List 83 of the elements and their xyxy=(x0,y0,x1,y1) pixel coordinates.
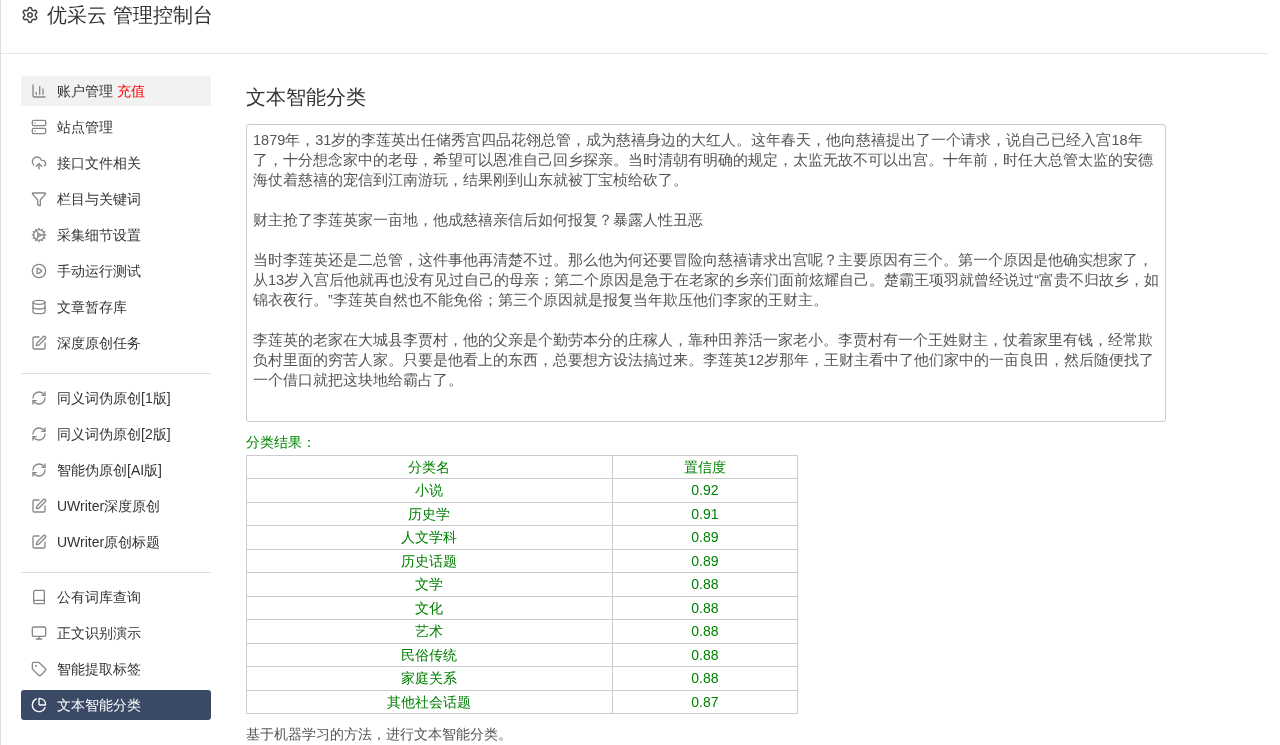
table-cell: 0.88 xyxy=(612,619,798,643)
sidebar-item[interactable]: 公有词库查询 xyxy=(21,582,211,612)
sidebar-item[interactable]: 文本智能分类 xyxy=(21,690,211,720)
text-paragraph: 财主抢了李莲英家一亩地，他成慈禧亲信后如何报复？暴露人性丑恶 xyxy=(253,211,704,230)
table-cell: 家庭关系 xyxy=(246,666,613,690)
table-cell: 文学 xyxy=(246,572,613,596)
sidebar-label: 接口文件相关 xyxy=(57,153,141,173)
result-label: 分类结果： xyxy=(246,433,316,452)
table-cell: 0.88 xyxy=(612,666,798,690)
table-cell: 0.88 xyxy=(612,643,798,667)
refresh-icon xyxy=(31,390,47,406)
sidebar-label: 深度原创任务 xyxy=(57,333,141,353)
cloud-upload-icon xyxy=(31,155,47,171)
sidebar-label: 文本智能分类 xyxy=(57,695,141,715)
sidebar-label: UWriter深度原创 xyxy=(57,496,161,516)
sidebar-item[interactable]: 接口文件相关 xyxy=(21,148,211,178)
column-header: 分类名 xyxy=(246,455,613,479)
table-cell: 0.88 xyxy=(612,596,798,620)
tag-icon xyxy=(31,661,47,677)
table-cell: 0.87 xyxy=(612,690,798,714)
text-area[interactable] xyxy=(246,124,1166,422)
sidebar-item[interactable]: 文章暂存库 xyxy=(21,292,211,322)
sidebar-label: 栏目与关键词 xyxy=(57,189,141,209)
text-paragraph: 1879年，31岁的李莲英出任储秀宫四品花翎总管，成为慈禧身边的大红人。这年春天，他向慈禧提出了一个请求，说自己已经入宫18年了，十分想念家中的老母，希望可以恩准自己回乡探亲。当时清朝有明确的规定，太监无故不可以出宫。十年前，时任大总管太监的安德海仗着慈禧的宠信到江南游玩，结果刚到山东就被丁宝桢给砍了。 xyxy=(253,131,1154,190)
table-cell: 人文学科 xyxy=(246,525,613,549)
edit-icon xyxy=(31,534,47,550)
edit-icon xyxy=(31,335,47,351)
table-cell: 历史话题 xyxy=(246,549,613,573)
sidebar-item[interactable]: UWriter原创标题 xyxy=(21,527,211,557)
text-paragraph: 当时李莲英还是二总管，这件事他再清楚不过。那么他为何还要冒险向慈禧请求出宫呢？主要原因有三个。第一个原因是他确实想家了，从13岁入宫后他就再也没有见过自己的母亲；第二个原因是急于在老家的乡亲们面前炫耀自己。楚霸王项羽就曾经说过“富贵不归故乡，如锦衣夜行。”李莲英自然也不能免俗；第三个原因就是报复当年欺压他们李家的王财主。 xyxy=(253,251,1159,310)
column-header: 置信度 xyxy=(612,455,798,479)
play-icon xyxy=(31,263,47,279)
app-title: 优采云 管理控制台 xyxy=(47,3,213,27)
server-icon xyxy=(31,119,47,135)
sidebar-item[interactable]: 正文识别演示 xyxy=(21,618,211,648)
sidebar-item[interactable]: 采集细节设置 xyxy=(21,220,211,250)
sidebar-label: 同义词伪原创[1版] xyxy=(57,388,171,408)
sidebar-label: 公有词库查询 xyxy=(57,587,141,607)
sidebar-item[interactable]: 同义词伪原创[2版] xyxy=(21,419,211,449)
table-cell: 0.91 xyxy=(612,502,798,526)
page-title: 文本智能分类 xyxy=(246,85,366,110)
database-icon xyxy=(31,299,47,315)
description-text: 基于机器学习的方法，进行文本智能分类。 xyxy=(246,725,512,744)
table-cell: 其他社会话题 xyxy=(246,690,613,714)
table-cell: 0.89 xyxy=(612,549,798,573)
table-cell: 艺术 xyxy=(246,619,613,643)
sidebar-item[interactable]: 同义词伪原创[1版] xyxy=(21,383,211,413)
table-cell: 0.89 xyxy=(612,525,798,549)
sidebar-item[interactable]: 深度原创任务 xyxy=(21,328,211,358)
sidebar-label: 同义词伪原创[2版] xyxy=(57,424,171,444)
sidebar-label: 账户管理 xyxy=(57,81,113,101)
table-cell: 历史学 xyxy=(246,502,613,526)
table-cell: 小说 xyxy=(246,478,613,502)
pie-chart-icon xyxy=(31,697,47,713)
sidebar-item[interactable]: 账户管理 充值 xyxy=(21,76,211,106)
sidebar-item[interactable]: 栏目与关键词 xyxy=(21,184,211,214)
sidebar-item[interactable]: 手动运行测试 xyxy=(21,256,211,286)
sidebar-label: 智能提取标签 xyxy=(57,659,141,679)
monitor-icon xyxy=(31,625,47,641)
sidebar-label: UWriter原创标题 xyxy=(57,532,161,552)
refresh-icon xyxy=(31,462,47,478)
table-cell: 民俗传统 xyxy=(246,643,613,667)
edit-icon xyxy=(31,498,47,514)
sidebar-label: 站点管理 xyxy=(57,117,113,137)
sidebar-label: 正文识别演示 xyxy=(57,623,141,643)
sidebar-label: 手动运行测试 xyxy=(57,261,141,281)
refresh-icon xyxy=(31,426,47,442)
bar-chart-icon xyxy=(31,83,47,99)
sidebar-label: 智能伪原创[AI版] xyxy=(57,460,162,480)
table-cell: 0.88 xyxy=(612,572,798,596)
settings-icon xyxy=(21,6,39,24)
text-paragraph: 李莲英的老家在大城县李贾村，他的父亲是个勤劳本分的庄稼人，靠种田养活一家老小。李贾村有一个王姓财主，仗着家里有钱，经常欺负村里面的穷苦人家。只要是他看上的东西，总要想方设法搞过来。李莲英12岁那年，王财主看中了他们家中的一亩良田，然后随便找了一个借口就把这块地给霸占了。 xyxy=(253,331,1156,390)
sidebar-item[interactable]: 智能提取标签 xyxy=(21,654,211,684)
sidebar-item[interactable]: UWriter深度原创 xyxy=(21,491,211,521)
filter-icon xyxy=(31,191,47,207)
table-cell: 文化 xyxy=(246,596,613,620)
book-icon xyxy=(31,589,47,605)
sidebar-item[interactable]: 智能伪原创[AI版] xyxy=(21,455,211,485)
recharge-link[interactable]: 充值 xyxy=(117,80,145,102)
sidebar-label: 采集细节设置 xyxy=(57,225,141,245)
sidebar-label: 文章暂存库 xyxy=(57,297,127,317)
sidebar-item[interactable]: 站点管理 xyxy=(21,112,211,142)
table-cell: 0.92 xyxy=(612,478,798,502)
